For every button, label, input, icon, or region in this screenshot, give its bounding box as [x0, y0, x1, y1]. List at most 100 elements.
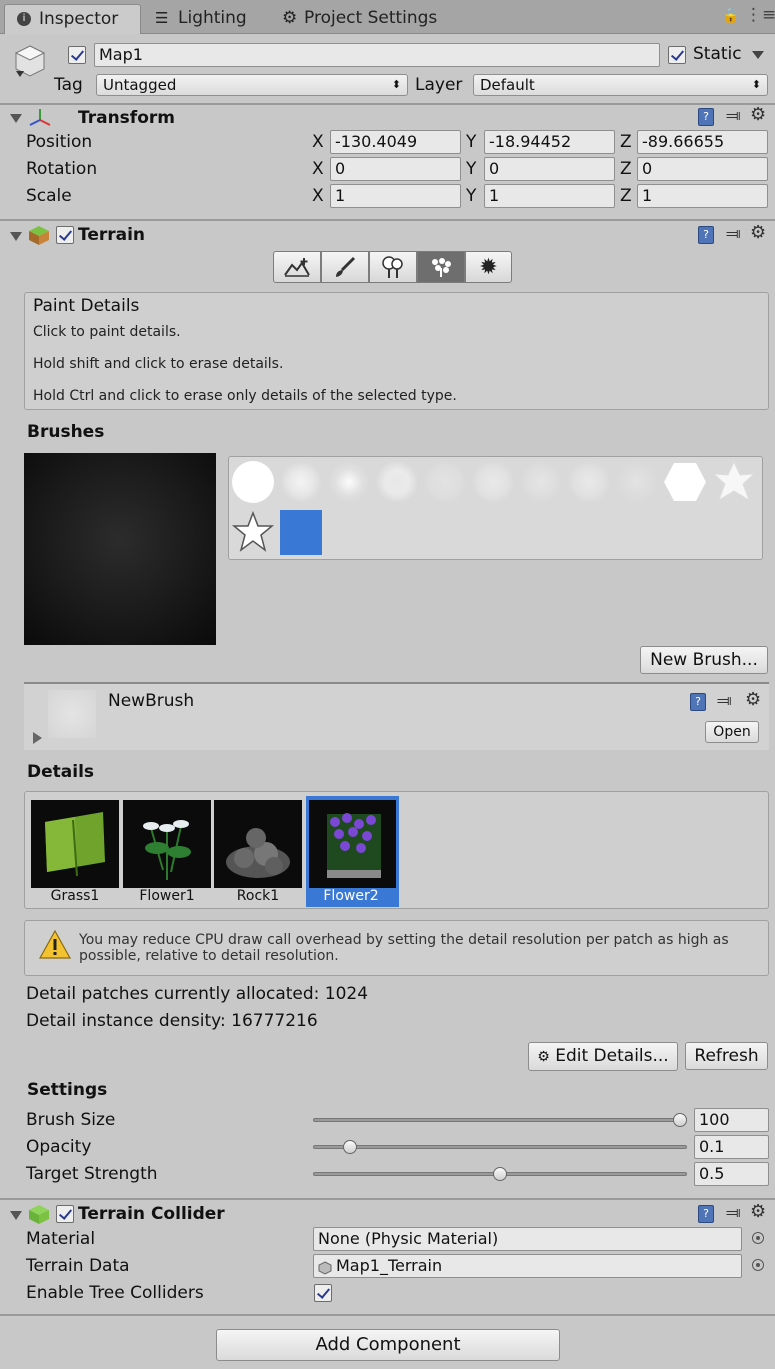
position-y-field[interactable]: -18.94452 — [484, 130, 615, 154]
detail-flower2-thumbnail[interactable] — [309, 800, 396, 888]
terrain-enabled-checkbox[interactable] — [56, 226, 74, 244]
position-z-field[interactable]: -89.66655 — [637, 130, 768, 154]
brush-noise[interactable] — [424, 461, 466, 503]
active-checkbox[interactable] — [68, 46, 86, 64]
material-field[interactable]: None (Physic Material) — [313, 1227, 742, 1251]
gear-icon: ⚙ — [537, 1049, 550, 1065]
terrain-title: Terrain — [78, 225, 146, 245]
brush-soft[interactable] — [328, 461, 370, 503]
settings-gear-icon[interactable]: ⚙ — [745, 689, 761, 710]
tab-project-settings-label: Project Settings — [304, 8, 438, 28]
rotation-z-field[interactable]: 0 — [637, 157, 768, 181]
new-brush-button[interactable]: New Brush... — [640, 646, 768, 674]
paint-brush-icon — [336, 256, 356, 277]
tab-bar: i Inspector ☰ Lighting ⚙ Project Setting… — [0, 0, 775, 34]
settings-gear-icon[interactable]: ⚙ — [750, 222, 766, 243]
tab-project-settings[interactable]: ⚙ Project Settings — [280, 4, 460, 34]
brush-noise[interactable] — [520, 461, 562, 503]
preset-icon[interactable]: ⫥ — [726, 106, 741, 126]
warning-text: You may reduce CPU draw call overhead by… — [79, 932, 729, 964]
lock-icon[interactable]: 🔒 — [722, 8, 739, 24]
settings-gear-icon[interactable]: ⚙ — [750, 104, 766, 125]
preset-icon[interactable]: ⫥ — [717, 691, 732, 711]
opacity-label: Opacity — [26, 1137, 92, 1157]
paint-details-tool[interactable] — [417, 251, 465, 283]
position-x-field[interactable]: -130.4049 — [330, 130, 461, 154]
paint-trees-tool[interactable] — [369, 251, 417, 283]
object-picker-icon[interactable] — [752, 1232, 764, 1244]
gameobject-icon — [14, 44, 46, 77]
detail-flower1-thumbnail[interactable] — [123, 800, 211, 888]
brush-noise[interactable] — [472, 461, 514, 503]
scale-x-field[interactable]: 1 — [330, 184, 461, 208]
axis-z-label: Z — [620, 186, 632, 206]
layer-dropdown[interactable]: Default ⬍ — [473, 74, 768, 96]
detail-grass1-thumbnail[interactable] — [31, 800, 119, 888]
scale-z-field[interactable]: 1 — [637, 184, 768, 208]
help-book-icon[interactable]: ? — [698, 108, 714, 126]
menu-icon[interactable]: ⋮≡ — [745, 5, 775, 25]
axis-y-label: Y — [466, 132, 477, 152]
help-book-icon[interactable]: ? — [698, 226, 714, 244]
brush-star-soft[interactable] — [712, 460, 756, 504]
detail-label: Flower2 — [323, 888, 379, 904]
brush-noise[interactable] — [568, 461, 610, 503]
static-checkbox[interactable] — [668, 46, 686, 64]
preset-icon[interactable]: ⫥ — [726, 224, 741, 244]
terrain-data-field[interactable]: Map1_Terrain — [313, 1254, 742, 1278]
collider-enabled-checkbox[interactable] — [56, 1205, 74, 1223]
help-line: Hold shift and click to erase details. — [33, 356, 284, 372]
brush-star-outline[interactable] — [231, 510, 275, 554]
help-book-icon[interactable]: ? — [690, 693, 706, 711]
help-book-icon[interactable]: ? — [698, 1205, 714, 1223]
tree-colliders-checkbox[interactable] — [314, 1284, 332, 1302]
opacity-slider-track[interactable] — [313, 1145, 687, 1149]
brush-size-slider-thumb[interactable] — [672, 1113, 687, 1127]
raise-terrain-icon — [284, 258, 310, 277]
brush-round-hard[interactable] — [232, 461, 274, 503]
target-strength-field[interactable]: 0.5 — [694, 1162, 769, 1186]
settings-label: Settings — [27, 1080, 108, 1100]
collider-foldout-icon[interactable] — [10, 1211, 22, 1220]
rotation-x-field[interactable]: 0 — [330, 157, 461, 181]
expand-arrow-icon[interactable] — [33, 732, 42, 744]
help-line: Hold Ctrl and click to erase only detail… — [33, 388, 457, 404]
terrain-settings-tool[interactable]: ✹ — [465, 251, 512, 283]
details-flower-icon — [432, 258, 451, 277]
rotation-y-field[interactable]: 0 — [484, 157, 615, 181]
trees-icon — [382, 256, 403, 278]
static-dropdown-icon[interactable] — [752, 51, 764, 59]
opacity-field[interactable]: 0.1 — [694, 1135, 769, 1159]
object-name-field[interactable]: Map1 — [94, 43, 660, 67]
open-button[interactable]: Open — [705, 721, 759, 743]
edit-details-button[interactable]: ⚙ Edit Details... — [528, 1042, 678, 1071]
transform-foldout-icon[interactable] — [10, 114, 22, 123]
tab-inspector[interactable]: i Inspector — [4, 4, 141, 34]
rotation-label: Rotation — [26, 159, 98, 179]
settings-gear-icon[interactable]: ⚙ — [750, 1201, 766, 1222]
brush-size-field[interactable]: 100 — [694, 1108, 769, 1132]
axis-y-label: Y — [466, 186, 477, 206]
terrain-foldout-icon[interactable] — [10, 232, 22, 241]
opacity-slider-thumb[interactable] — [343, 1140, 358, 1154]
target-strength-slider-thumb[interactable] — [493, 1167, 507, 1181]
tab-inspector-label: Inspector — [39, 9, 119, 29]
brush-noise[interactable] — [616, 461, 658, 503]
paint-texture-tool[interactable] — [321, 251, 369, 283]
brush-size-slider-track[interactable] — [313, 1118, 687, 1122]
detail-rock1-thumbnail[interactable] — [214, 800, 302, 888]
brush-soft[interactable] — [280, 461, 322, 503]
brush-name: NewBrush — [108, 691, 195, 711]
brush-soft[interactable] — [376, 461, 418, 503]
add-component-button[interactable]: Add Component — [216, 1329, 560, 1361]
raise-terrain-tool[interactable] — [273, 251, 321, 283]
scale-y-field[interactable]: 1 — [484, 184, 615, 208]
tag-dropdown[interactable]: Untagged ⬍ — [96, 74, 408, 96]
preset-icon[interactable]: ⫥ — [726, 1203, 741, 1223]
brush-selected[interactable] — [280, 510, 322, 555]
refresh-button[interactable]: Refresh — [685, 1042, 768, 1070]
brush-hexagon[interactable] — [662, 461, 708, 503]
tab-lighting[interactable]: ☰ Lighting — [150, 4, 270, 34]
object-picker-icon[interactable] — [752, 1259, 764, 1271]
brush-size-label: Brush Size — [26, 1110, 116, 1130]
